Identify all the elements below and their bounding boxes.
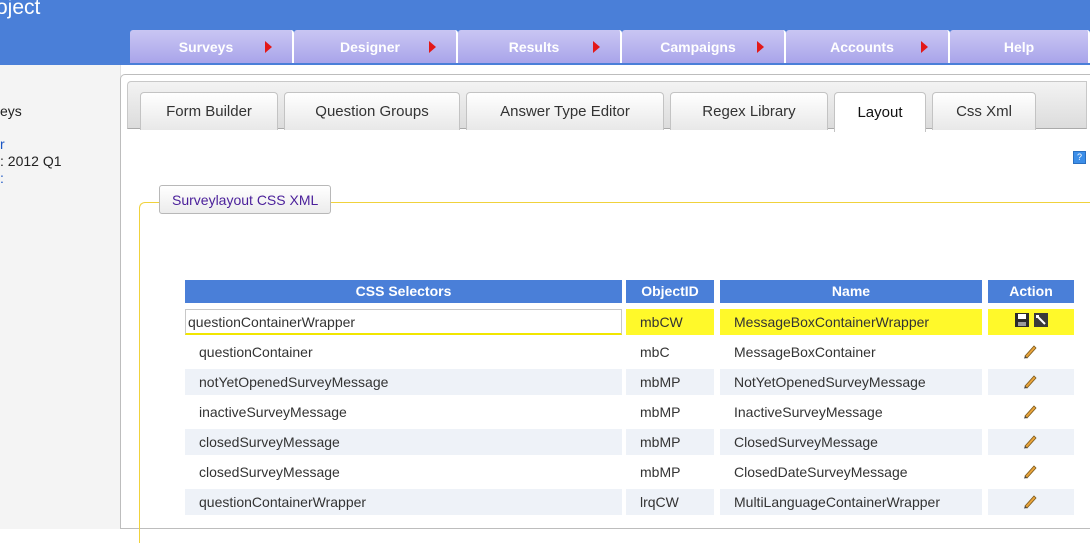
- subtabs-bar: Form Builder Question Groups Answer Type…: [127, 81, 1087, 132]
- edit-pencil-icon[interactable]: [1022, 343, 1038, 359]
- css-selector-cell: closedSurveyMessage: [199, 464, 340, 480]
- action-cell: [988, 339, 1074, 365]
- nav-tab-label: Results: [508, 38, 560, 55]
- section-legend: Surveylayout CSS XML: [159, 185, 332, 214]
- nav-tab-label: Designer: [340, 38, 400, 55]
- nav-tab-help[interactable]: Help: [950, 30, 1090, 63]
- tab-layout[interactable]: Layout: [834, 92, 926, 132]
- nav-tab-surveys[interactable]: Surveys: [130, 30, 294, 63]
- save-icon[interactable]: [1014, 312, 1030, 328]
- objectid-cell: lrqCW: [626, 489, 714, 515]
- name-cell: ClosedSurveyMessage: [720, 429, 982, 455]
- arrow-right-icon: [429, 41, 436, 53]
- column-header-name[interactable]: Name: [720, 280, 982, 303]
- action-cell: [988, 309, 1074, 335]
- css-selector-cell: questionContainerWrapper: [185, 489, 622, 515]
- css-selector-cell: closedSurveyMessage: [185, 429, 622, 455]
- content-panel: Form Builder Question Groups Answer Type…: [120, 74, 1090, 543]
- objectid-cell: mbMP: [640, 464, 681, 480]
- top-bar: oject Surveys Designer Results Campaigns…: [0, 0, 1090, 65]
- action-cell: [988, 399, 1074, 425]
- objectid-cell: mbC: [640, 344, 670, 360]
- nav-tab-campaigns[interactable]: Campaigns: [622, 30, 786, 63]
- nav-tab-label: Help: [1003, 38, 1035, 55]
- column-header-objectid[interactable]: ObjectID: [626, 280, 714, 303]
- edit-pencil-icon[interactable]: [1022, 403, 1038, 419]
- arrow-right-icon: [265, 41, 272, 53]
- name-cell: MessageBoxContainerWrapper: [720, 309, 982, 335]
- nav-tab-results[interactable]: Results: [458, 30, 622, 63]
- objectid-cell: mbMP: [626, 369, 714, 395]
- column-header-css-selectors[interactable]: CSS Selectors: [185, 280, 622, 303]
- action-cell: [988, 369, 1074, 395]
- edit-pencil-icon[interactable]: [1022, 373, 1038, 389]
- sidebar-item-2012-q1[interactable]: : 2012 Q1: [0, 153, 62, 169]
- sidebar-item-surveys[interactable]: eys: [0, 103, 22, 119]
- edit-pencil-icon[interactable]: [1022, 433, 1038, 449]
- sidebar-item-link[interactable]: :: [0, 170, 4, 186]
- edit-pencil-icon[interactable]: [1022, 493, 1038, 509]
- name-cell: MultiLanguageContainerWrapper: [720, 489, 982, 515]
- sidebar-item-link[interactable]: r: [0, 136, 5, 152]
- column-header-action: Action: [988, 280, 1074, 303]
- tab-regex-library[interactable]: Regex Library: [670, 92, 828, 130]
- app-title: oject: [0, 0, 41, 19]
- sidebar: eys r : 2012 Q1 :: [0, 65, 121, 529]
- tab-question-groups[interactable]: Question Groups: [284, 92, 460, 130]
- help-icon[interactable]: ?: [1073, 151, 1086, 164]
- name-cell: ClosedDateSurveyMessage: [734, 464, 908, 480]
- name-cell: MessageBoxContainer: [734, 344, 876, 360]
- css-selector-cell: inactiveSurveyMessage: [199, 404, 347, 420]
- nav-tab-label: Accounts: [830, 38, 894, 55]
- objectid-cell: mbMP: [640, 404, 681, 420]
- css-selector-cell: notYetOpenedSurveyMessage: [185, 369, 622, 395]
- tab-answer-type-editor[interactable]: Answer Type Editor: [466, 92, 664, 130]
- tab-form-builder[interactable]: Form Builder: [140, 92, 278, 130]
- tab-css-xml[interactable]: Css Xml: [932, 92, 1036, 130]
- arrow-right-icon: [593, 41, 600, 53]
- nav-tab-designer[interactable]: Designer: [294, 30, 458, 63]
- objectid-cell: mbMP: [626, 429, 714, 455]
- arrow-right-icon: [757, 41, 764, 53]
- css-selector-input[interactable]: questionContainerWrapper: [185, 309, 622, 335]
- edit-pencil-icon[interactable]: [1022, 463, 1038, 479]
- action-cell: [988, 489, 1074, 515]
- name-cell: NotYetOpenedSurveyMessage: [720, 369, 982, 395]
- arrow-right-icon: [921, 41, 928, 53]
- nav-tab-label: Campaigns: [660, 38, 736, 55]
- css-selector-cell: questionContainer: [199, 344, 313, 360]
- action-cell: [988, 459, 1074, 485]
- nav-tab-accounts[interactable]: Accounts: [786, 30, 950, 63]
- main-nav: Surveys Designer Results Campaigns Accou…: [130, 30, 1090, 64]
- cancel-icon[interactable]: [1033, 312, 1049, 328]
- name-cell: InactiveSurveyMessage: [734, 404, 883, 420]
- nav-tab-label: Surveys: [178, 38, 234, 55]
- objectid-cell: mbCW: [626, 309, 714, 335]
- action-cell: [988, 429, 1074, 455]
